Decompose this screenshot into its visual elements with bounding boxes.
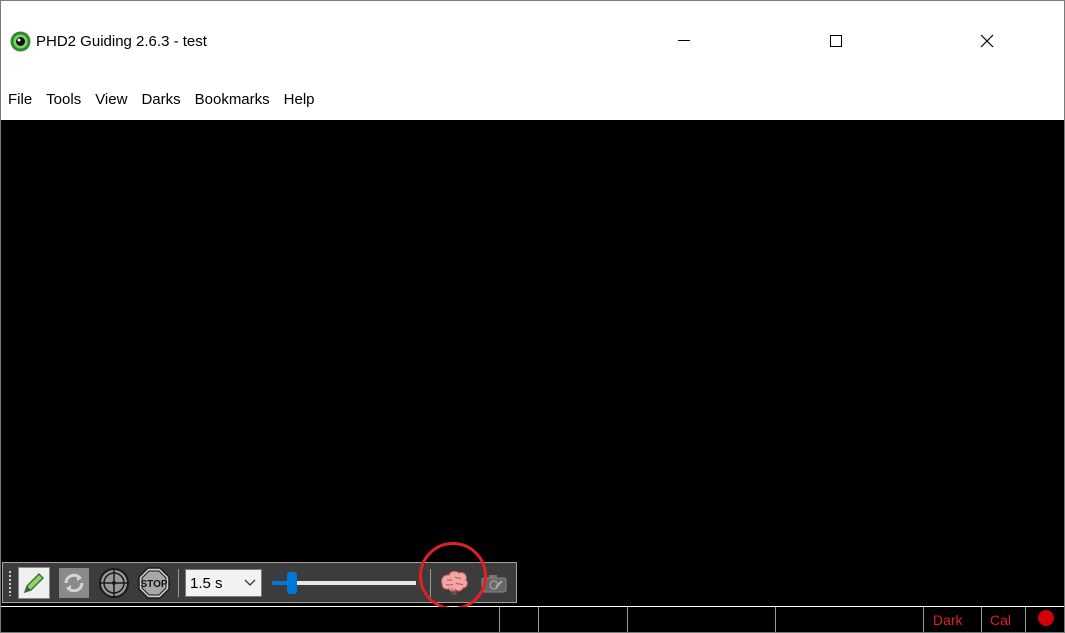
- status-separator: [627, 607, 628, 632]
- red-dot-icon: [1038, 610, 1054, 626]
- status-separator: [538, 607, 539, 632]
- toolbar-separator: [178, 569, 179, 597]
- guide-camera-display[interactable]: [1, 120, 1064, 606]
- crosshair-icon: [99, 568, 129, 598]
- title-bar[interactable]: PHD2 Guiding 2.6.3 - test: [1, 1, 1064, 81]
- menu-darks[interactable]: Darks: [134, 87, 187, 115]
- connect-equipment-button[interactable]: [18, 567, 50, 599]
- loop-icon: [59, 568, 89, 598]
- exposure-value: 1.5 s: [190, 575, 223, 592]
- status-separator: [981, 607, 982, 632]
- menu-file[interactable]: File: [1, 87, 39, 115]
- window-title: PHD2 Guiding 2.6.3 - test: [36, 33, 207, 50]
- status-separator: [923, 607, 924, 632]
- status-bar: Dark Cal: [1, 607, 1064, 632]
- phd2-app-icon: [10, 31, 31, 52]
- loop-exposures-button[interactable]: [58, 567, 90, 599]
- close-icon: [980, 34, 994, 48]
- chevron-down-icon: [244, 579, 256, 586]
- menu-help[interactable]: Help: [277, 87, 322, 115]
- menu-bar: File Tools View Darks Bookmarks Help: [1, 87, 322, 115]
- stop-label: STOP: [140, 579, 167, 590]
- slider-thumb[interactable]: [287, 572, 298, 594]
- stop-icon: STOP: [138, 567, 170, 599]
- status-separator: [499, 607, 500, 632]
- stop-button[interactable]: STOP: [138, 567, 170, 599]
- guide-button[interactable]: [98, 567, 130, 599]
- menu-bookmarks[interactable]: Bookmarks: [188, 87, 277, 115]
- calibration-status: Cal: [990, 612, 1012, 628]
- menu-tools[interactable]: Tools: [39, 87, 88, 115]
- exposure-duration-select[interactable]: 1.5 s: [185, 569, 262, 597]
- maximize-icon: [829, 34, 842, 47]
- dark-status: Dark: [933, 612, 963, 628]
- highlight-annotation-circle: [419, 542, 487, 610]
- menu-view[interactable]: View: [88, 87, 134, 115]
- pencil-icon: [23, 572, 45, 594]
- phd2-window: PHD2 Guiding 2.6.3 - test File Tools Vie…: [0, 0, 1065, 633]
- gamma-slider[interactable]: [265, 569, 425, 597]
- status-separator: [1025, 607, 1026, 632]
- status-separator: [775, 607, 776, 632]
- close-button[interactable]: [964, 21, 1010, 61]
- minimize-button[interactable]: [661, 21, 707, 61]
- minimize-icon: [678, 40, 690, 41]
- maximize-button[interactable]: [813, 21, 859, 61]
- toolbar-grip-handle[interactable]: [8, 570, 12, 596]
